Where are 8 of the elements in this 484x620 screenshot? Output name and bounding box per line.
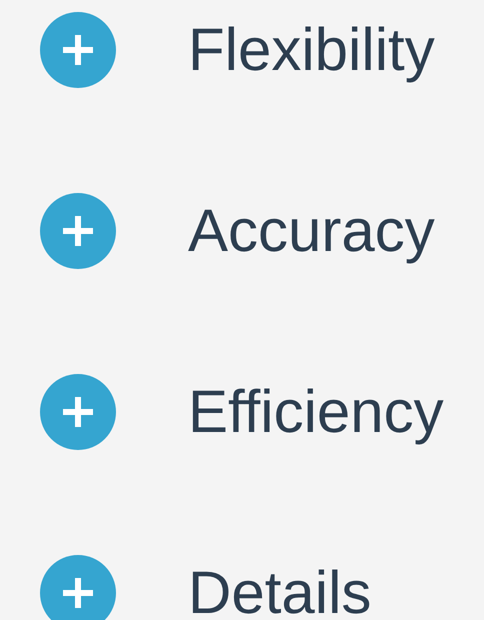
- plus-icon: [60, 394, 96, 430]
- plus-icon: [60, 575, 96, 611]
- section-title: Accuracy: [188, 201, 435, 261]
- section-title: Flexibility: [188, 20, 435, 80]
- section-title: Details: [188, 563, 372, 620]
- plus-icon: [60, 32, 96, 68]
- plus-icon: [60, 213, 96, 249]
- section-title: Efficiency: [188, 382, 444, 442]
